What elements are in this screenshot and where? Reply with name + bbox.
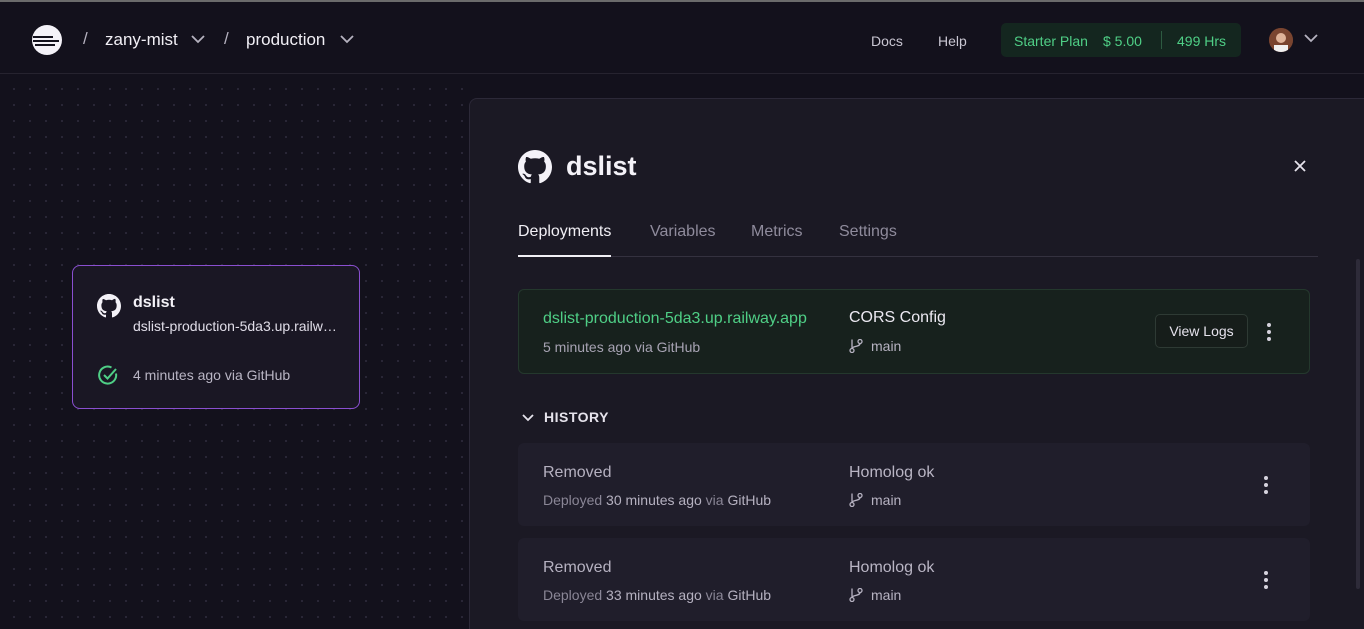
service-panel: dslist Deployments Variables Metrics Set… [469,98,1364,629]
deployment-meta: Deployed 33 minutes ago via GitHub [543,587,771,603]
deployment-source: GitHub [727,492,772,508]
chevron-down-icon[interactable] [340,35,354,44]
history-row[interactable]: Removed Deployed 33 minutes ago via GitH… [518,538,1310,621]
scrollbar[interactable] [1356,259,1360,589]
branch: main [849,587,901,603]
via-label: via [705,587,724,603]
plan-name: Starter Plan [1014,33,1088,49]
deployed-label: Deployed [543,492,603,508]
deployment-time: 30 minutes ago [606,492,702,508]
more-options-icon[interactable] [1263,571,1269,589]
tab-metrics[interactable]: Metrics [751,223,803,257]
close-icon[interactable] [1292,158,1308,174]
github-icon [518,150,552,184]
git-branch-icon [849,492,863,508]
docs-link[interactable]: Docs [871,33,903,49]
deployment-time: 33 minutes ago [606,587,702,603]
service-card[interactable]: dslist dslist-production-5da3.up.railway… [72,265,360,409]
branch-name: main [871,338,902,354]
project-name[interactable]: zany-mist [105,30,178,50]
history-row[interactable]: Removed Deployed 30 minutes ago via GitH… [518,443,1310,526]
avatar-image [1269,28,1293,52]
view-logs-button[interactable]: View Logs [1155,314,1248,348]
service-status: 4 minutes ago via GitHub [133,367,291,383]
more-options-icon[interactable] [1263,476,1269,494]
deployment-source: GitHub [727,587,772,603]
tab-bar: Deployments Variables Metrics Settings [518,223,1318,257]
git-branch-icon [849,587,863,603]
service-name: dslist [133,294,175,311]
tab-deployments[interactable]: Deployments [518,223,612,257]
history-toggle[interactable]: HISTORY [522,409,609,425]
chevron-down-icon [522,414,534,422]
branch-name: main [871,587,902,603]
service-url: dslist-production-5da3.up.railway.app [133,318,339,334]
railway-logo-icon[interactable] [31,24,63,56]
avatar[interactable] [1269,28,1293,52]
panel-title: dslist [566,151,637,181]
divider [1161,31,1162,49]
github-icon [97,294,121,318]
help-link[interactable]: Help [938,33,967,49]
deployment-state: Removed [543,559,612,576]
git-branch-icon [849,338,863,354]
breadcrumb-separator: / [83,29,88,48]
top-bar: / zany-mist / production Docs Help Start… [0,0,1364,74]
deployment-source: via GitHub [634,339,701,355]
commit-message: Homolog ok [849,464,935,481]
plan-badge[interactable]: Starter Plan $ 5.00 499 Hrs [1001,23,1241,57]
deployment-meta: 5 minutes ago via GitHub [543,339,700,355]
more-options-icon[interactable] [1266,323,1272,341]
commit-message: CORS Config [849,309,946,326]
success-check-icon [98,365,118,385]
plan-hours: 499 Hrs [1177,33,1227,49]
branch-name: main [871,492,902,508]
deployment-meta: Deployed 30 minutes ago via GitHub [543,492,771,508]
active-deployment[interactable]: dslist-production-5da3.up.railway.app 5 … [518,289,1310,374]
chevron-down-icon[interactable] [1304,34,1318,43]
deployment-time: 5 minutes ago [543,339,631,355]
breadcrumb-separator: / [224,29,229,48]
plan-credit: $ 5.00 [1103,33,1142,49]
tab-variables[interactable]: Variables [650,223,716,257]
deployed-label: Deployed [543,587,603,603]
via-label: via [705,492,724,508]
history-label: HISTORY [544,409,609,425]
environment-name[interactable]: production [246,30,325,50]
branch: main [849,492,901,508]
deployment-state: Removed [543,464,612,481]
commit-message: Homolog ok [849,559,935,576]
branch: main [849,338,901,354]
chevron-down-icon[interactable] [191,35,205,44]
deployment-url[interactable]: dslist-production-5da3.up.railway.app [543,310,825,328]
tab-settings[interactable]: Settings [839,223,897,257]
